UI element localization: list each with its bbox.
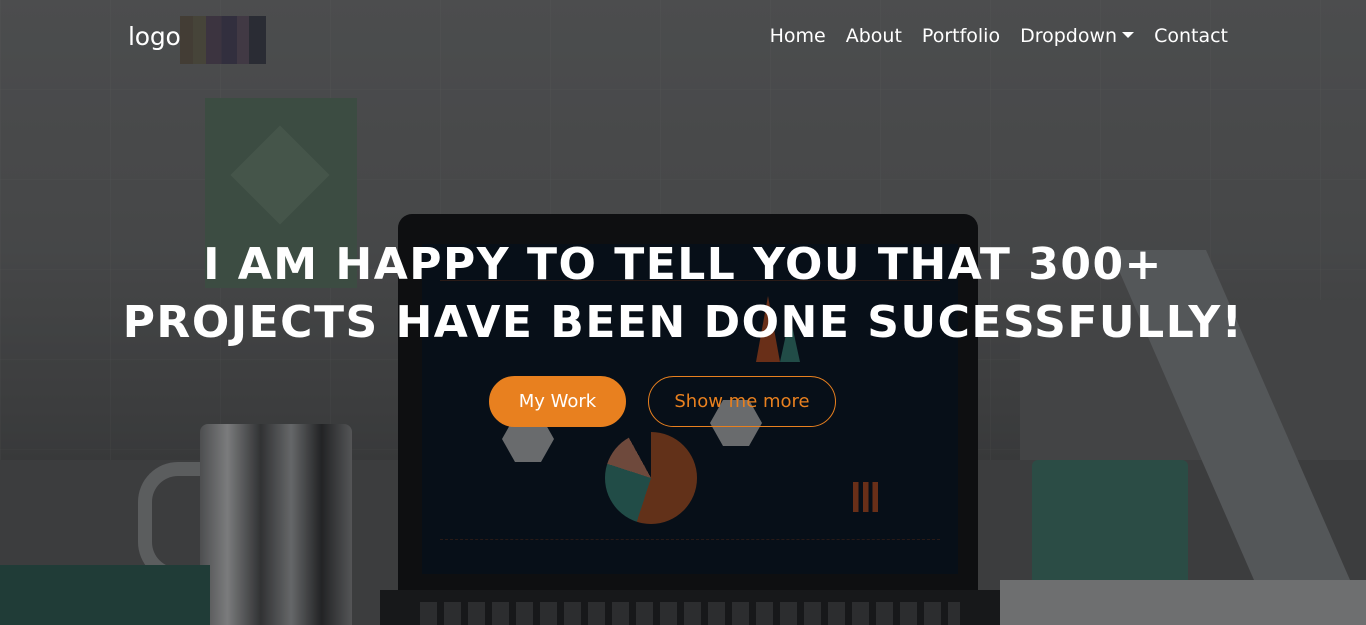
nav-list: Home About Portfolio Dropdown Contact <box>760 24 1228 48</box>
hero-headline: I AM HAPPY TO TELL YOU THAT 300+ PROJECT… <box>0 236 1366 352</box>
nav-dropdown-toggle[interactable]: Dropdown <box>1010 24 1144 48</box>
hero-headline-line1: I AM HAPPY TO TELL YOU THAT 300+ <box>203 239 1163 290</box>
my-work-button[interactable]: My Work <box>489 376 626 427</box>
hero-button-group: My Work Show me more <box>489 376 836 427</box>
nav-link-portfolio[interactable]: Portfolio <box>912 24 1010 48</box>
show-me-more-button[interactable]: Show me more <box>648 376 836 427</box>
navbar: logo Home About Portfolio Dropdown Conta… <box>0 0 1366 74</box>
nav-dropdown-label: Dropdown <box>1020 25 1118 47</box>
logo[interactable]: logo <box>128 22 181 51</box>
hero-section: logo Home About Portfolio Dropdown Conta… <box>0 0 1366 625</box>
nav-link-about[interactable]: About <box>836 24 912 48</box>
caret-down-icon <box>1122 32 1135 38</box>
nav-link-home[interactable]: Home <box>760 24 836 48</box>
hero-headline-line2: PROJECTS HAVE BEEN DONE SUCESSFULLY! <box>122 297 1244 348</box>
nav-link-contact[interactable]: Contact <box>1144 24 1228 48</box>
